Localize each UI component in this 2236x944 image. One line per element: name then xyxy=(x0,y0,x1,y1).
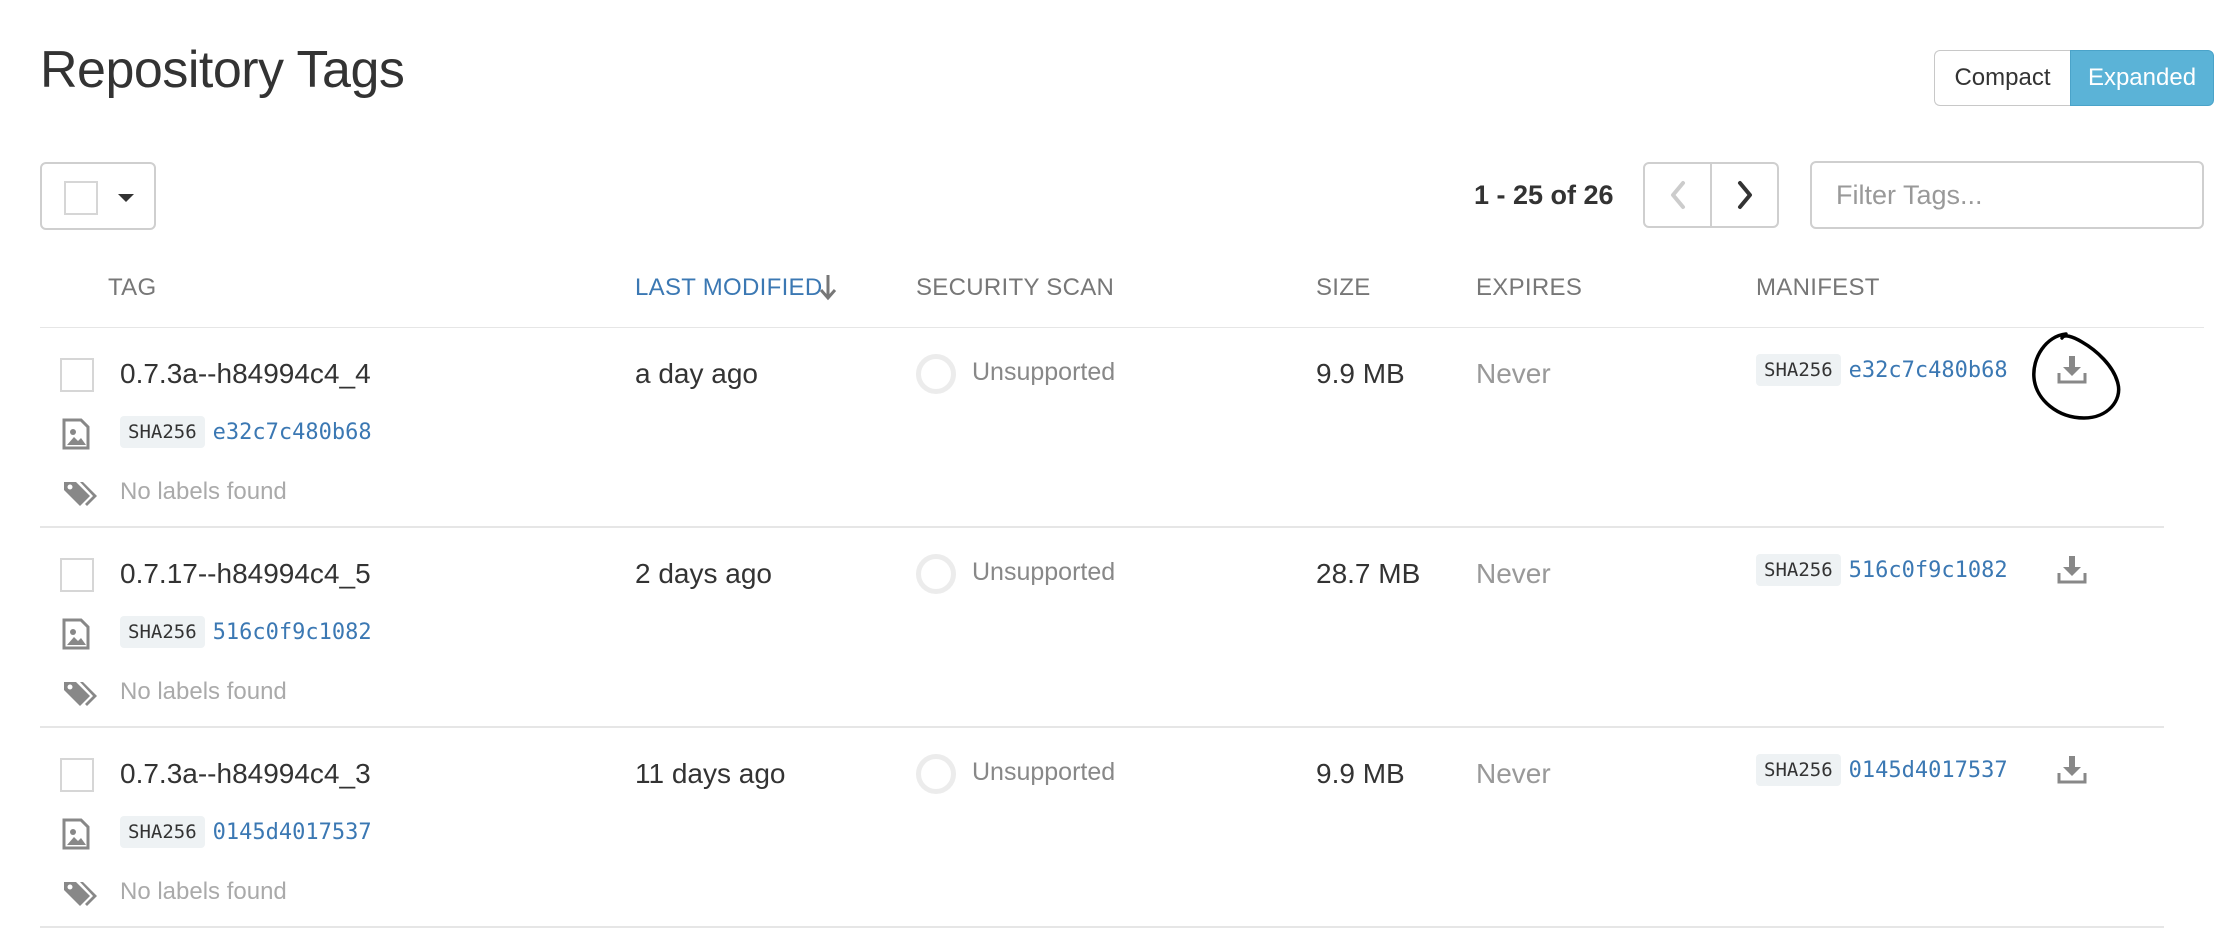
image-digest[interactable]: SHA256 516c0f9c1082 xyxy=(120,616,372,648)
size: 9.9 MB xyxy=(1316,358,1405,389)
image-digest[interactable]: SHA256 0145d4017537 xyxy=(120,816,372,848)
security-scan-status: Unsupported xyxy=(972,558,1116,586)
security-scan-status-icon xyxy=(916,754,956,794)
tags-icon xyxy=(64,882,97,906)
sha256-badge: SHA256 xyxy=(120,816,205,848)
image-icon xyxy=(62,618,90,650)
chevron-left-icon xyxy=(1670,181,1685,209)
no-labels-text: No labels found xyxy=(120,478,287,505)
security-scan-status: Unsupported xyxy=(972,758,1116,786)
tag-name[interactable]: 0.7.3a--h84994c4_4 xyxy=(120,358,371,390)
next-page-button[interactable] xyxy=(1711,162,1779,228)
tags-icon xyxy=(64,682,97,706)
last-modified: a day ago xyxy=(635,358,758,389)
column-header-last-modified[interactable]: LAST MODIFIED xyxy=(635,274,823,302)
previous-page-button[interactable] xyxy=(1643,162,1711,228)
manifest-digest-link[interactable]: 0145d4017537 xyxy=(1849,758,2008,783)
sha256-badge: SHA256 xyxy=(1756,554,1841,586)
view-toggle: Compact Expanded xyxy=(1934,50,2214,108)
size: 9.9 MB xyxy=(1316,758,1405,789)
page-title: Repository Tags xyxy=(40,41,405,99)
manifest-digest-link[interactable]: e32c7c480b68 xyxy=(1849,358,2008,383)
last-modified: 2 days ago xyxy=(635,558,772,589)
table-row: 0.7.3a--h84994c4_3 11 days ago Unsupport… xyxy=(40,728,2164,928)
security-scan-status-icon xyxy=(916,554,956,594)
select-all-checkbox[interactable] xyxy=(64,181,98,215)
image-digest-link[interactable]: 0145d4017537 xyxy=(213,820,372,845)
column-header-security-scan[interactable]: SECURITY SCAN xyxy=(916,274,1114,302)
manifest-digest-link[interactable]: 516c0f9c1082 xyxy=(1849,558,2008,583)
tag-name[interactable]: 0.7.3a--h84994c4_3 xyxy=(120,758,371,790)
sha256-badge: SHA256 xyxy=(1756,354,1841,386)
chevron-right-icon xyxy=(1737,181,1752,209)
image-digest-link[interactable]: 516c0f9c1082 xyxy=(213,620,372,645)
manifest-digest[interactable]: SHA256 0145d4017537 xyxy=(1756,754,2008,786)
no-labels-text: No labels found xyxy=(120,878,287,905)
pager xyxy=(1643,162,1779,228)
security-scan-status: Unsupported xyxy=(972,358,1116,386)
manifest-digest[interactable]: SHA256 516c0f9c1082 xyxy=(1756,554,2008,586)
download-icon[interactable] xyxy=(2056,554,2088,586)
table-row: 0.7.3a--h84994c4_4 a day ago Unsupported… xyxy=(40,328,2164,528)
row-checkbox[interactable] xyxy=(60,758,94,792)
bulk-select-dropdown[interactable] xyxy=(40,162,156,230)
sha256-badge: SHA256 xyxy=(1756,754,1841,786)
expires[interactable]: Never xyxy=(1476,558,1551,590)
image-digest[interactable]: SHA256 e32c7c480b68 xyxy=(120,416,372,448)
row-checkbox[interactable] xyxy=(60,358,94,392)
table-row: 0.7.17--h84994c4_5 2 days ago Unsupporte… xyxy=(40,528,2164,728)
security-scan-status-icon xyxy=(916,354,956,394)
image-digest-link[interactable]: e32c7c480b68 xyxy=(213,420,372,445)
sort-descending-icon[interactable] xyxy=(816,272,840,302)
column-header-tag[interactable]: TAG xyxy=(108,274,156,302)
pagination-summary: 1 - 25 of 26 xyxy=(1474,180,1614,210)
filter-tags-input[interactable] xyxy=(1810,161,2204,229)
expanded-view-button[interactable]: Expanded xyxy=(2070,50,2214,106)
tag-name[interactable]: 0.7.17--h84994c4_5 xyxy=(120,558,371,590)
last-modified: 11 days ago xyxy=(635,758,786,789)
expires[interactable]: Never xyxy=(1476,758,1551,790)
caret-down-icon[interactable] xyxy=(118,194,134,202)
hand-drawn-circle-annotation xyxy=(2032,332,2121,420)
compact-view-button[interactable]: Compact xyxy=(1934,50,2070,106)
column-header-size[interactable]: SIZE xyxy=(1316,274,1371,302)
image-icon xyxy=(62,418,90,450)
column-header-expires[interactable]: EXPIRES xyxy=(1476,274,1582,302)
sha256-badge: SHA256 xyxy=(120,616,205,648)
manifest-digest[interactable]: SHA256 e32c7c480b68 xyxy=(1756,354,2008,386)
column-header-manifest[interactable]: MANIFEST xyxy=(1756,274,1880,302)
row-checkbox[interactable] xyxy=(60,558,94,592)
download-icon[interactable] xyxy=(2056,754,2088,786)
expires[interactable]: Never xyxy=(1476,358,1551,390)
no-labels-text: No labels found xyxy=(120,678,287,705)
size: 28.7 MB xyxy=(1316,558,1421,589)
image-icon xyxy=(62,818,90,850)
repository-tags-page: Repository Tags Compact Expanded 1 - 25 … xyxy=(0,0,2236,944)
sha256-badge: SHA256 xyxy=(120,416,205,448)
tags-icon xyxy=(64,482,97,506)
